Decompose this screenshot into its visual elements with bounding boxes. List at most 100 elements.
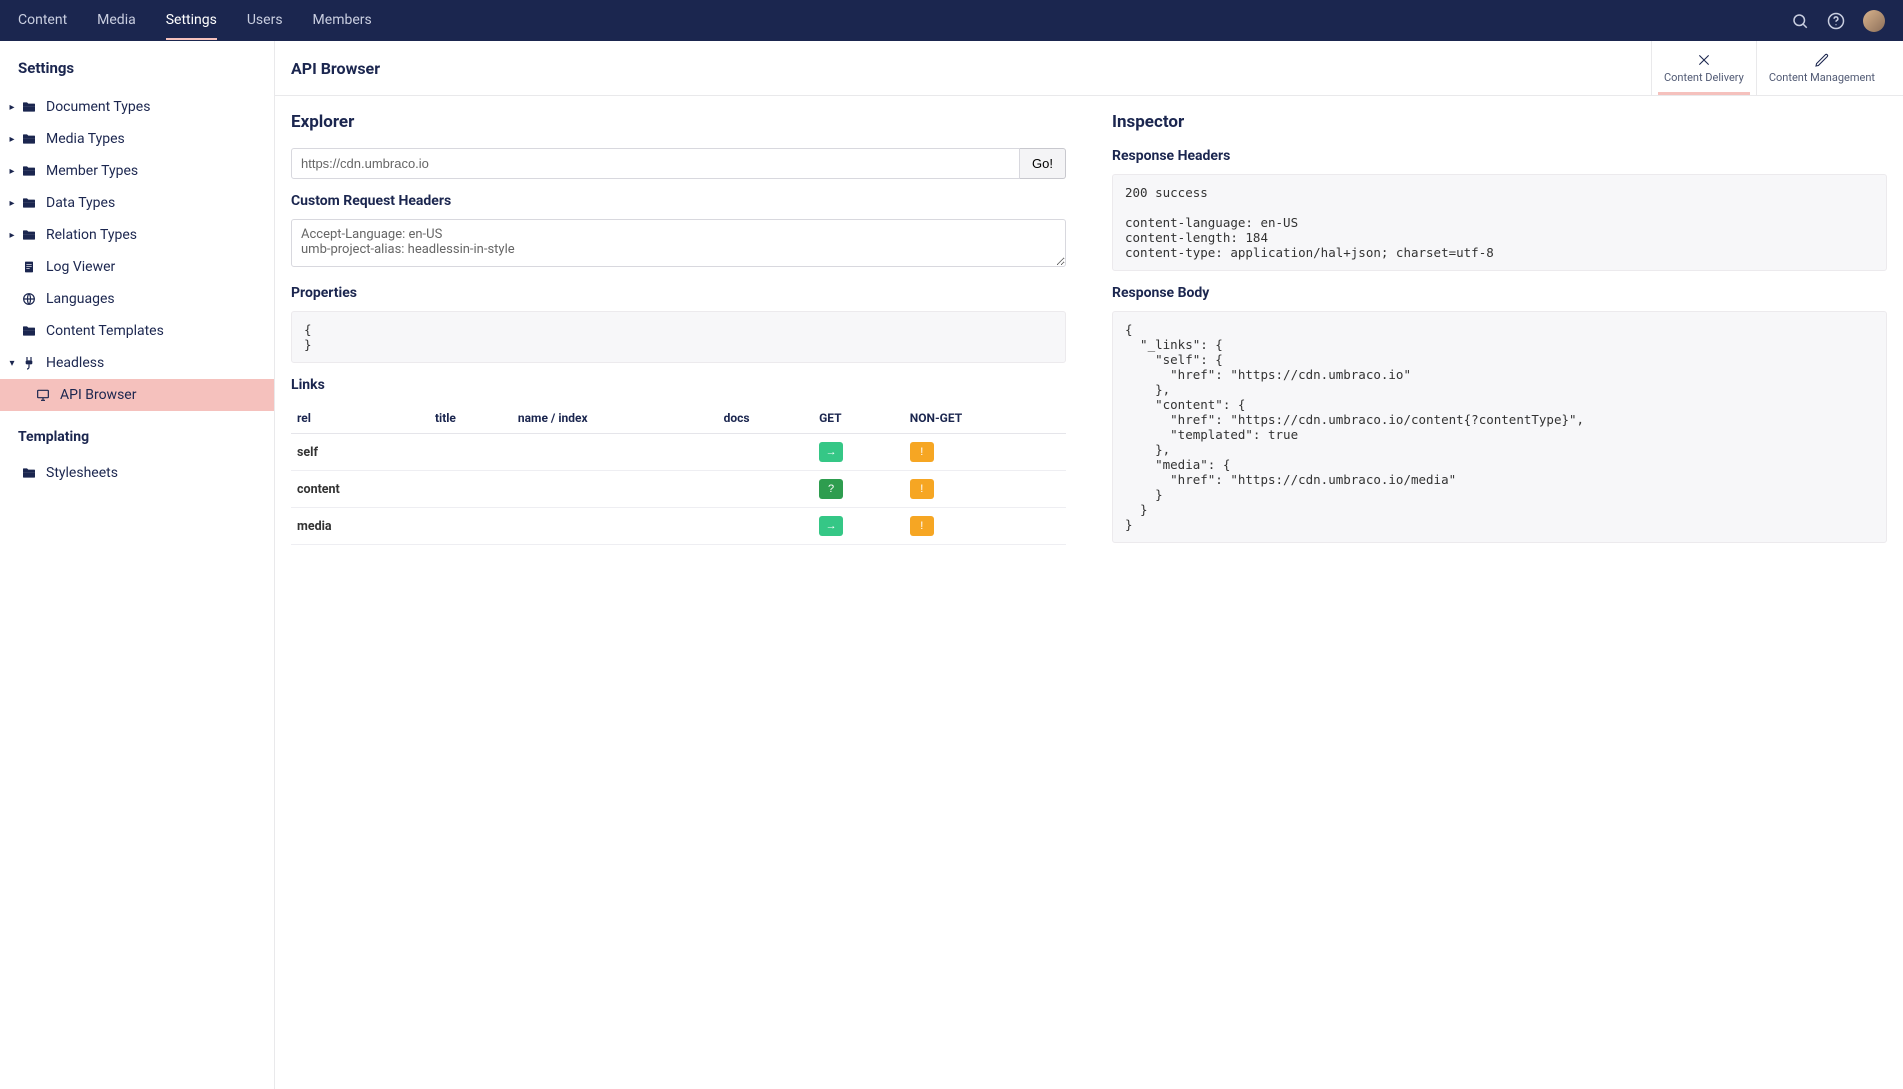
links-row: content?! [291,471,1066,508]
tab-content-management-label: Content Management [1769,71,1875,84]
links-row: media→! [291,508,1066,545]
caret-icon: ▾ [6,358,18,369]
tree-item-label: Member Types [46,163,138,179]
links-col-rel: rel [291,403,429,434]
doc-icon [20,258,38,276]
caret-icon: ▸ [6,198,18,209]
nonget-button[interactable]: ! [910,442,934,462]
tree-item-member-types[interactable]: ▸ Member Types [0,155,274,187]
tree-item-label: Media Types [46,131,125,147]
tab-content-delivery-label: Content Delivery [1664,71,1744,84]
main: API Browser Content Delivery Content Man… [275,41,1903,1089]
links-cell-rel: self [291,434,429,471]
tree-item-document-types[interactable]: ▸Document Types [0,91,274,123]
tree-item-label: Relation Types [46,227,137,243]
search-icon[interactable] [1791,12,1809,30]
tree-item-data-types[interactable]: ▸ Data Types [0,187,274,219]
links-cell-title [429,471,512,508]
url-input[interactable] [291,148,1020,179]
links-cell-rel: content [291,471,429,508]
links-cell-docs [718,508,814,545]
folder-icon [20,322,38,340]
links-col-nonget: NON-GET [904,403,1066,434]
plug-icon [20,354,38,372]
tree-item-headless[interactable]: ▾ Headless [0,347,274,379]
tab-content-delivery[interactable]: Content Delivery [1651,41,1756,95]
folder-icon [20,194,38,212]
tree-item-label: Document Types [46,99,150,115]
tree-item-label: Data Types [46,195,115,211]
explorer-title: Explorer [291,112,1066,132]
avatar[interactable] [1863,10,1885,32]
folder-icon [20,464,38,482]
get-button[interactable]: ? [819,479,843,499]
top-nav-right [1791,10,1885,32]
links-cell-name [512,434,718,471]
help-icon[interactable] [1827,12,1845,30]
caret-icon: ▸ [6,166,18,177]
inspector-title: Inspector [1112,112,1887,132]
links-cell-get: ? [813,471,904,508]
nav-media[interactable]: Media [97,1,136,40]
sidebar: Settings ▸Document Types▸Media Types▸Mem… [0,41,275,1089]
nav-users[interactable]: Users [247,1,283,40]
links-cell-name [512,471,718,508]
resp-headers-title: Response Headers [1112,148,1887,164]
pencil-icon [1814,52,1830,68]
properties-title: Properties [291,285,1066,301]
links-col-name: name / index [512,403,718,434]
links-cell-nonget: ! [904,508,1066,545]
headers-input[interactable] [291,219,1066,267]
inspector-panel: Inspector Response Headers 200 success c… [1082,96,1903,1089]
nonget-button[interactable]: ! [910,479,934,499]
go-button[interactable]: Go! [1020,148,1066,179]
templating-tree: Stylesheets [0,453,274,493]
links-row: self →! [291,434,1066,471]
links-cell-title [429,508,512,545]
folder-icon [20,162,38,180]
page-title: API Browser [291,59,1651,78]
resp-body-title: Response Body [1112,285,1887,301]
links-col-get: GET [813,403,904,434]
page-header: API Browser Content Delivery Content Man… [275,41,1903,96]
caret-icon: ▸ [6,134,18,145]
top-nav-items: Content Media Settings Users Members [18,1,372,40]
header-tabs: Content Delivery Content Management [1651,41,1887,95]
links-col-title: title [429,403,512,434]
top-nav: Content Media Settings Users Members [0,0,1903,41]
tree-item-label: Stylesheets [46,465,118,481]
tree-item-label: Languages [46,291,115,307]
explorer-panel: Explorer Go! Custom Request Headers Prop… [275,96,1082,1089]
folder-icon [20,130,38,148]
links-cell-get: → [813,434,904,471]
links-cell-title [429,434,512,471]
resp-headers-box: 200 success content-language: en-US cont… [1112,174,1887,271]
tree-item-label: Headless [46,355,104,371]
folder-icon [20,98,38,116]
headers-title: Custom Request Headers [291,193,1066,209]
tree-item-stylesheets[interactable]: Stylesheets [0,457,274,489]
links-table: rel title name / index docs GET NON-GET … [291,403,1066,545]
nonget-button[interactable]: ! [910,516,934,536]
links-cell-docs [718,471,814,508]
tree-item-api-browser[interactable]: API Browser [0,379,274,411]
get-button[interactable]: → [819,442,843,462]
tree-item-content-templates[interactable]: Content Templates [0,315,274,347]
folder-icon [20,226,38,244]
links-cell-docs [718,434,814,471]
tab-content-management[interactable]: Content Management [1756,41,1887,95]
get-button[interactable]: → [819,516,843,536]
tree-item-media-types[interactable]: ▸ Media Types [0,123,274,155]
properties-box: { } [291,311,1066,363]
resp-body-box: { "_links": { "self": { "href": "https:/… [1112,311,1887,543]
nav-settings[interactable]: Settings [166,1,217,40]
nav-content[interactable]: Content [18,1,67,40]
tree-item-log-viewer[interactable]: Log Viewer [0,251,274,283]
url-row: Go! [291,148,1066,179]
links-title: Links [291,377,1066,393]
nav-members[interactable]: Members [313,1,372,40]
tree-item-relation-types[interactable]: ▸Relation Types [0,219,274,251]
monitor-icon [34,386,52,404]
tree-item-languages[interactable]: Languages [0,283,274,315]
tree-item-label: Log Viewer [46,259,115,275]
